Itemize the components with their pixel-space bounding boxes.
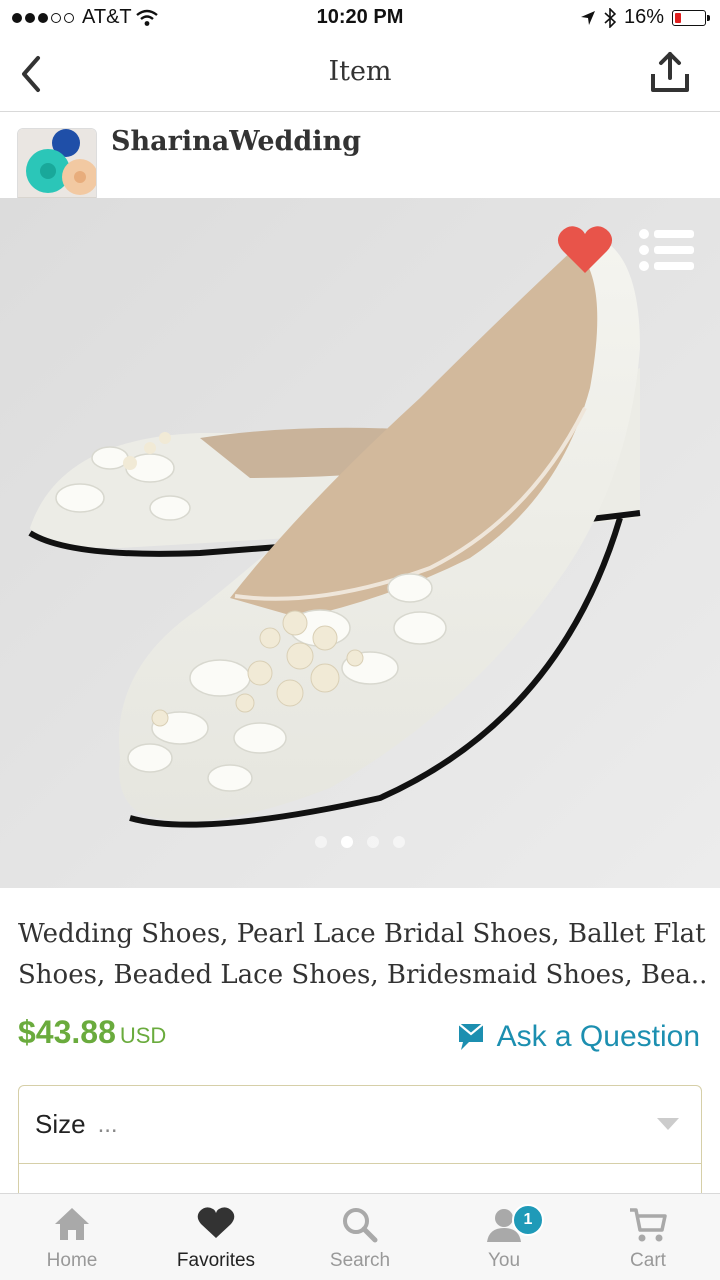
ask-question-button[interactable]: Ask a Question [457,1020,700,1054]
navigation-bar: Item [0,36,720,112]
search-icon [343,1208,378,1243]
battery-icon [672,9,710,26]
heart-icon [197,1207,235,1238]
ask-question-label[interactable]: Ask a Question [497,1020,700,1054]
listing-title: Wedding Shoes, Pearl Lace Bridal Shoes, … [18,914,708,996]
location-arrow-icon [580,10,595,25]
tab-bar: Home Favorites Search 1 You Cart [0,1193,720,1280]
home-icon [55,1208,89,1240]
add-to-list-button[interactable] [638,228,696,272]
heart-icon [557,226,613,273]
shop-avatar[interactable] [17,128,97,208]
message-icon [457,1023,484,1050]
size-select[interactable]: Size ... [19,1086,701,1163]
tab-home[interactable]: Home [0,1194,144,1280]
price: $43.88 USD [18,1014,166,1051]
tab-cart[interactable]: Cart [576,1194,720,1280]
shop-name[interactable]: SharinaWedding [111,126,361,157]
notification-badge: 1 [512,1204,544,1236]
page-title: Item [328,56,392,87]
chevron-down-icon [657,1118,679,1130]
favorite-button[interactable] [557,224,613,276]
bluetooth-icon [604,7,616,28]
cart-icon [630,1208,667,1242]
status-right: 16% [580,6,710,29]
listing-title-line-2: Shoes, Beaded Lace Shoes, Bridesmaid Sho… [18,960,708,990]
list-icon [639,229,694,271]
image-pager[interactable] [0,836,720,848]
tab-search[interactable]: Search [288,1194,432,1280]
tab-home-label: Home [46,1250,98,1271]
product-image[interactable] [0,198,720,888]
tab-favorites-label: Favorites [176,1250,256,1271]
price-amount: $43.88 [18,1014,116,1050]
size-value: ... [97,1110,118,1138]
price-currency: USD [119,1023,167,1048]
battery-percent: 16% [623,6,664,28]
listing-title-line-1: Wedding Shoes, Pearl Lace Bridal Shoes, … [18,919,706,949]
pager-dot-active[interactable] [341,836,353,848]
shop-header[interactable]: SharinaWedding [0,112,720,208]
pager-dot[interactable] [315,836,327,848]
tab-cart-label: Cart [630,1250,666,1271]
share-button[interactable] [648,50,692,98]
size-label: Size [35,1109,86,1139]
tab-favorites[interactable]: Favorites [144,1194,288,1280]
share-icon [651,52,689,92]
pager-dot[interactable] [393,836,405,848]
tab-you[interactable]: 1 You [432,1194,576,1280]
pager-dot[interactable] [367,836,379,848]
tab-you-label: You [487,1250,521,1271]
tab-search-label: Search [329,1250,391,1271]
status-bar: AT&T 10:20 PM 16% [0,0,720,36]
